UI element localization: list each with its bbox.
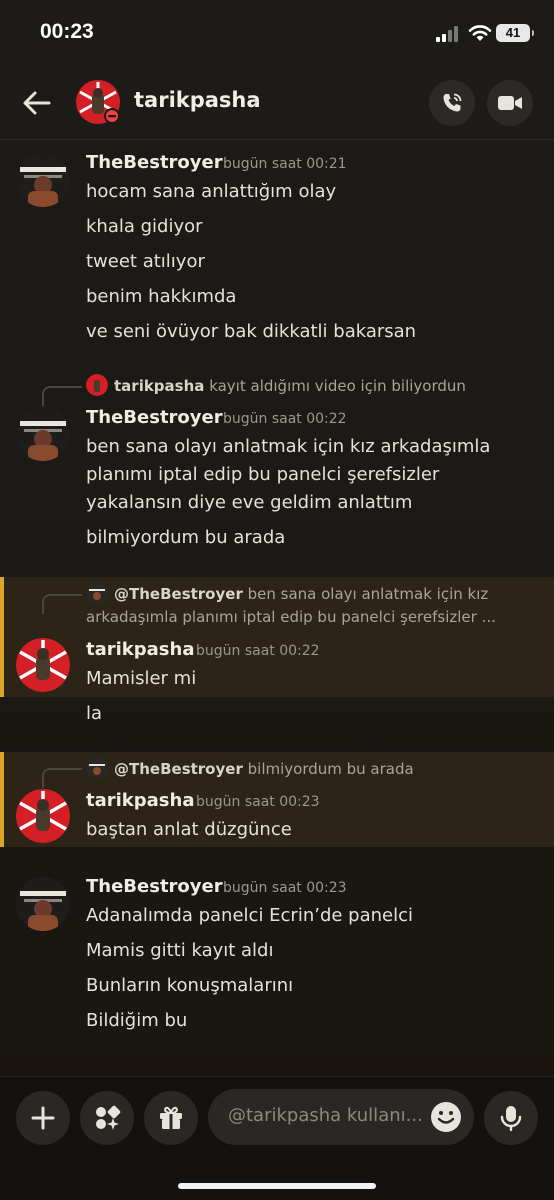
message-timestamp: bugün saat 00:22 (223, 411, 347, 427)
avatar[interactable] (16, 638, 70, 692)
reply-preview[interactable]: tarikpasha kayıt aldığımı video için bil… (86, 374, 466, 396)
chat-header: tarikpasha › (0, 64, 554, 140)
message-line: Bildiğim bu (86, 1010, 188, 1031)
gift-button[interactable] (144, 1091, 198, 1145)
phone-call-icon (443, 93, 462, 112)
message-author[interactable]: TheBestroyer (86, 407, 223, 428)
message-line: ben sana olayı anlatmak için kız arkadaş… (86, 436, 491, 457)
avatar[interactable] (16, 407, 70, 461)
message-line: Mamisler mi (86, 668, 197, 689)
battery-indicator: 41 (496, 24, 534, 42)
apps-button[interactable] (80, 1091, 134, 1145)
reply-preview[interactable]: @TheBestroyer bilmiyordum bu arada (86, 757, 414, 779)
reply-author: @TheBestroyer (114, 585, 243, 603)
status-bar: 00:23 41 (0, 0, 554, 64)
voice-message-button[interactable] (484, 1091, 538, 1145)
message-author[interactable]: tarikpasha (86, 639, 194, 660)
header-avatar[interactable] (76, 80, 120, 124)
message-line: yakalansın diye eve geldim anlattım (86, 492, 413, 513)
voice-call-button[interactable] (429, 80, 475, 126)
message-timestamp: bugün saat 00:23 (196, 794, 320, 810)
reply-author: tarikpasha (114, 377, 205, 395)
message-line: benim hakkımda (86, 286, 237, 307)
message-timestamp: bugün saat 00:23 (223, 880, 347, 896)
add-attachment-button[interactable] (16, 1091, 70, 1145)
dm-screen: 00:23 41 tarikpasha › TheBestroyer bugün… (0, 0, 554, 1200)
message-line: planımı iptal edip bu panelci şerefsizle… (86, 464, 440, 485)
avatar[interactable] (16, 153, 70, 207)
reply-preview[interactable]: @TheBestroyer ben sana olayı anlatmak iç… (86, 582, 488, 604)
message-timestamp: bugün saat 00:21 (223, 156, 347, 172)
reply-text: bilmiyordum bu arada (247, 760, 414, 778)
header-title[interactable]: tarikpasha (134, 88, 261, 112)
gift-icon (160, 1106, 182, 1129)
message-input[interactable]: @tarikpasha kullanı... (208, 1089, 474, 1145)
message-line: la (86, 703, 103, 724)
status-time: 00:23 (40, 20, 94, 43)
video-call-button[interactable] (487, 80, 533, 126)
signal-icon (436, 26, 458, 42)
message-line: baştan anlat düzgünce (86, 819, 292, 840)
message-line: khala gidiyor (86, 216, 203, 237)
message-composer: @tarikpasha kullanı... (0, 1076, 554, 1200)
message-line: Bunların konuşmalarını (86, 975, 294, 996)
message-line: Mamis gitti kayıt aldı (86, 940, 274, 961)
reply-connector (42, 768, 82, 788)
message-author[interactable]: TheBestroyer (86, 876, 223, 897)
back-arrow-icon[interactable] (20, 86, 54, 120)
message-author[interactable]: tarikpasha (86, 790, 194, 811)
header-chevron-icon[interactable]: › (252, 92, 259, 112)
reply-avatar (86, 582, 108, 604)
message-line: tweet atılıyor (86, 251, 205, 272)
reply-text: ben sana olayı anlatmak için kız (247, 585, 489, 603)
reply-author: @TheBestroyer (114, 760, 243, 778)
emoji-icon[interactable] (430, 1101, 462, 1133)
wifi-icon (468, 25, 492, 41)
plus-icon (31, 1106, 55, 1130)
apps-icon (96, 1105, 121, 1130)
microphone-icon (500, 1106, 522, 1132)
home-indicator[interactable] (178, 1183, 376, 1189)
avatar[interactable] (16, 789, 70, 843)
reply-connector (42, 386, 82, 406)
reply-text-continued: arkadaşımla planımı iptal edip bu panelc… (86, 608, 496, 626)
message-line: ve seni övüyor bak dikkatli bakarsan (86, 321, 417, 342)
message-timestamp: bugün saat 00:22 (196, 643, 320, 659)
message-input-placeholder: @tarikpasha kullanı... (228, 1105, 423, 1126)
video-camera-icon (498, 96, 522, 110)
avatar[interactable] (16, 877, 70, 931)
message-line: Adanalımda panelci Ecrin’de panelci (86, 905, 414, 926)
reply-text: kayıt aldığımı video için biliyordun (209, 377, 466, 395)
reply-avatar (86, 757, 108, 779)
message-line: bilmiyordum bu arada (86, 527, 286, 548)
reply-avatar (86, 374, 108, 396)
message-line: hocam sana anlattığım olay (86, 181, 337, 202)
message-author[interactable]: TheBestroyer (86, 152, 223, 173)
reply-connector (42, 594, 82, 614)
